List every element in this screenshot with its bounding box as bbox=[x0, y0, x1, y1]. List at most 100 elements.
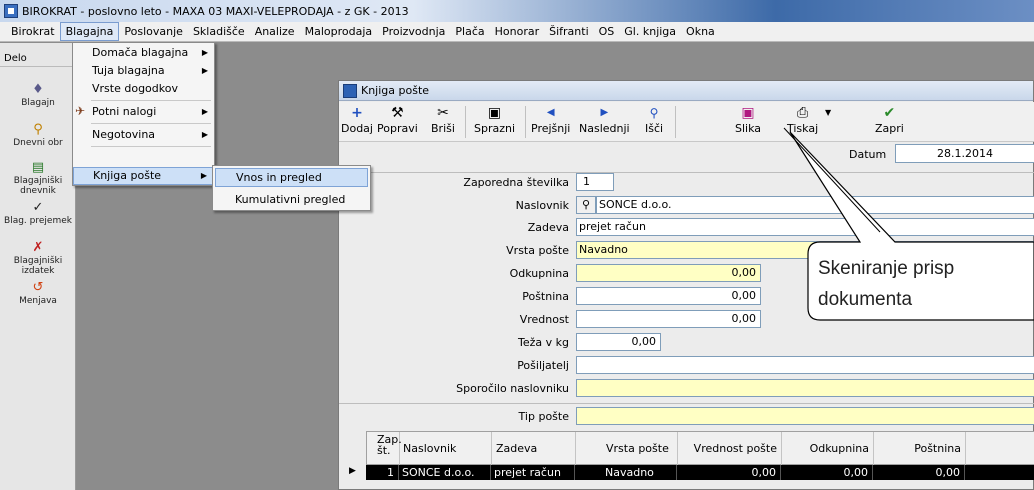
brisi-button[interactable]: ✂ Briši bbox=[431, 104, 455, 135]
menu-bar: Birokrat Blagajna Poslovanje Skladišče A… bbox=[0, 22, 1034, 42]
col-naslovnik[interactable]: Naslovnik bbox=[400, 432, 492, 466]
zaporedna-field[interactable]: 1 bbox=[576, 173, 614, 191]
menu-proizvodnja[interactable]: Proizvodnja bbox=[377, 22, 450, 41]
menu-skladisce[interactable]: Skladišče bbox=[188, 22, 250, 41]
tiskaj-dropdown[interactable]: ▼ bbox=[825, 104, 831, 122]
menu-birokrat[interactable]: Birokrat bbox=[6, 22, 60, 41]
cash-register-icon: ♦ bbox=[32, 82, 44, 97]
tiskaj-button[interactable]: ⎙ Tiskaj bbox=[787, 104, 818, 135]
callout-text: Skeniranje prisp dokumenta bbox=[818, 253, 954, 315]
naslovnik-label: Naslovnik bbox=[515, 199, 569, 212]
table-row[interactable]: 1 SONCE d.o.o. prejet račun Navadno 0,00… bbox=[366, 465, 1034, 480]
datum-field[interactable]: 28.1.2014 bbox=[895, 144, 1034, 163]
sprazni-button[interactable]: ▣ Sprazni bbox=[474, 104, 515, 135]
arrow-right-icon: ▶ bbox=[600, 107, 609, 118]
naslovnik-lookup-button[interactable]: ⚲ bbox=[576, 196, 596, 214]
left-item-blag-prejemek[interactable]: ✓ Blag. prejemek bbox=[0, 200, 76, 227]
postnina-field[interactable]: 0,00 bbox=[576, 287, 761, 305]
vrednost-field[interactable]: 0,00 bbox=[576, 310, 761, 328]
tip-field[interactable] bbox=[576, 407, 1034, 425]
prejsnji-button[interactable]: ◀ Prejšnji bbox=[531, 104, 570, 135]
datum-label: Datum bbox=[849, 148, 887, 161]
search-icon: ⚲ bbox=[649, 106, 659, 120]
menu-placa[interactable]: Plača bbox=[450, 22, 489, 41]
submenu-arrow-icon: ▶ bbox=[201, 48, 208, 57]
col-zadeva[interactable]: Zadeva bbox=[492, 432, 576, 466]
chevron-down-icon: ▼ bbox=[825, 108, 832, 117]
menu-item-vnos-in-pregled[interactable]: Vnos in pregled bbox=[215, 168, 368, 187]
menu-poslovanje[interactable]: Poslovanje bbox=[119, 22, 188, 41]
left-item-blagajniski-dnevnik[interactable]: ▤ Blagajniški dnevnik bbox=[0, 160, 76, 197]
menu-separator bbox=[91, 123, 211, 124]
col-zap-st[interactable]: Zap. št. bbox=[367, 432, 402, 466]
row-pointer-icon: ▶ bbox=[349, 466, 356, 476]
col-postnina[interactable]: Poštnina bbox=[874, 432, 966, 466]
left-item-blagajna[interactable]: ♦ Blagajn bbox=[0, 82, 76, 109]
dodaj-button[interactable]: + Dodaj bbox=[341, 104, 373, 135]
teza-field[interactable]: 0,00 bbox=[576, 333, 661, 351]
window-icon bbox=[343, 83, 357, 98]
window-title-text: Knjiga pošte bbox=[361, 84, 430, 97]
odkupnina-field[interactable]: 0,00 bbox=[576, 264, 761, 282]
cell-vrednost-poste: 0,00 bbox=[677, 465, 781, 480]
menu-separator bbox=[91, 146, 211, 147]
menu-separator bbox=[91, 100, 211, 101]
menu-okna[interactable]: Okna bbox=[681, 22, 720, 41]
menu-honorar[interactable]: Honorar bbox=[490, 22, 545, 41]
submenu-arrow-icon: ▶ bbox=[200, 171, 207, 180]
left-item-blagajniski-izdatek[interactable]: ✗ Blagajniški izdatek bbox=[0, 240, 76, 277]
naslednji-button[interactable]: ▶ Naslednji bbox=[579, 104, 630, 135]
plus-icon: + bbox=[351, 105, 363, 121]
col-vrsta-poste[interactable]: Vrsta pošte bbox=[576, 432, 678, 466]
col-vrednost-poste[interactable]: Vrednost pošte bbox=[678, 432, 782, 466]
left-item-dnevni[interactable]: ⚲ Dnevni obr bbox=[0, 123, 76, 149]
vrsta-field[interactable]: Navadno bbox=[576, 241, 1034, 259]
toolbar-separator bbox=[525, 106, 526, 138]
menu-analize[interactable]: Analize bbox=[250, 22, 300, 41]
receipt-icon: ✓ bbox=[32, 200, 44, 215]
expense-icon: ✗ bbox=[32, 240, 44, 255]
zadeva-label: Zadeva bbox=[527, 221, 569, 234]
menu-gl-knjiga[interactable]: Gl. knjiga bbox=[619, 22, 681, 41]
zapri-button[interactable]: ✔ Zapri bbox=[875, 104, 904, 135]
search-icon: ⚲ bbox=[581, 198, 591, 211]
menu-item-potni-nalogi[interactable]: ✈ Potni nalogi ▶ bbox=[73, 103, 214, 121]
window-title: BIROKRAT - poslovno leto - MAXA 03 MAXI-… bbox=[22, 4, 409, 18]
menu-maloprodaja[interactable]: Maloprodaja bbox=[300, 22, 378, 41]
sporocilo-field[interactable] bbox=[576, 379, 1034, 397]
postnina-label: Poštnina bbox=[522, 290, 569, 303]
posiljatelj-field[interactable] bbox=[576, 356, 1034, 374]
menu-item-domaca-blagajna[interactable]: Domača blagajna ▶ bbox=[73, 44, 214, 62]
sporocilo-label: Sporočilo naslovniku bbox=[456, 382, 569, 395]
callout-line-1: Skeniranje prisp bbox=[818, 258, 955, 279]
isci-button[interactable]: ⚲ Išči bbox=[645, 104, 663, 135]
col-odkupnina[interactable]: Odkupnina bbox=[782, 432, 874, 466]
scissors-icon: ✂ bbox=[437, 105, 449, 121]
posiljatelj-label: Pošiljatelj bbox=[517, 359, 569, 372]
vrednost-label: Vrednost bbox=[519, 313, 569, 326]
zaporedna-label: Zaporedna številka bbox=[463, 176, 569, 189]
cell-odkupnina: 0,00 bbox=[781, 465, 873, 480]
slika-button[interactable]: ▣ Slika bbox=[735, 104, 761, 135]
left-panel: Delo ♦ Blagajn ⚲ Dnevni obr ▤ Blagajnišk… bbox=[0, 43, 76, 490]
arrow-left-icon: ◀ bbox=[546, 107, 555, 118]
zadeva-field[interactable]: prejet račun bbox=[576, 218, 1034, 236]
printer-icon: ⎙ bbox=[796, 105, 809, 121]
menu-os[interactable]: OS bbox=[594, 22, 620, 41]
menu-item-knjiga-poste[interactable]: Knjiga pošte ▶ bbox=[73, 167, 214, 185]
cell-naslovnik: SONCE d.o.o. bbox=[399, 465, 491, 480]
menu-item-kumulativni-pregled[interactable]: Kumulativni pregled bbox=[215, 190, 368, 209]
menu-blagajna[interactable]: Blagajna bbox=[59, 22, 120, 41]
popravi-button[interactable]: ⚒ Popravi bbox=[377, 104, 418, 135]
menu-item-vrste-dogodkov[interactable]: Vrste dogodkov bbox=[73, 80, 214, 98]
submenu-arrow-icon: ▶ bbox=[201, 107, 208, 116]
left-item-menjava[interactable]: ↺ Menjava bbox=[0, 281, 76, 307]
toolbar-separator bbox=[675, 106, 676, 138]
cell-vrsta-poste: Navadno bbox=[575, 465, 677, 480]
submenu-arrow-icon: ▶ bbox=[201, 66, 208, 75]
naslovnik-field[interactable]: SONCE d.o.o. bbox=[596, 196, 1034, 214]
ledger-icon: ▤ bbox=[31, 160, 45, 175]
menu-item-negotovina[interactable]: Negotovina ▶ bbox=[73, 126, 214, 144]
menu-item-tuja-blagajna[interactable]: Tuja blagajna ▶ bbox=[73, 62, 214, 80]
menu-sifranti[interactable]: Šifranti bbox=[544, 22, 594, 41]
